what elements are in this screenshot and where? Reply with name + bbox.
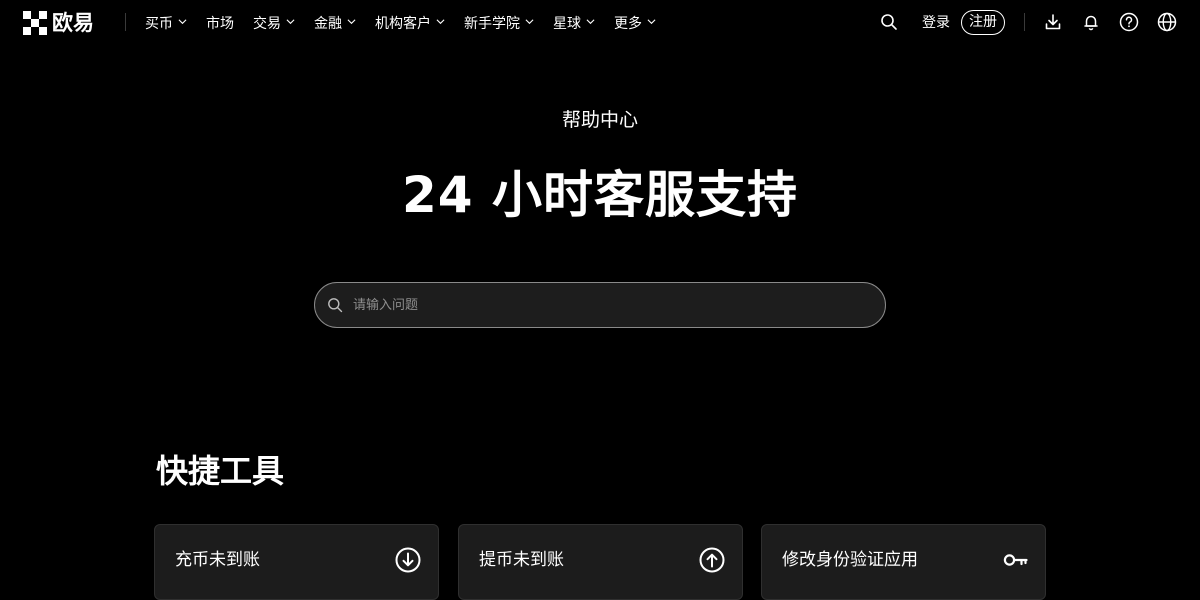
menu-item-learn[interactable]: 新手学院 xyxy=(464,13,534,33)
brand-logo[interactable]: 欧易 xyxy=(23,11,94,35)
quick-tools-title: 快捷工具 xyxy=(156,452,285,490)
menu-item-label: 更多 xyxy=(614,15,642,32)
tool-card-label: 修改身份验证应用 xyxy=(782,550,918,570)
menu-item-trade[interactable]: 交易 xyxy=(253,13,295,33)
search-input[interactable] xyxy=(351,285,885,325)
help-icon[interactable] xyxy=(1119,12,1139,32)
help-center-label: 帮助中心 xyxy=(561,109,638,131)
tool-card-change-authenticator[interactable]: 修改身份验证应用 xyxy=(761,524,1046,600)
download-icon[interactable] xyxy=(1043,12,1063,32)
menu-item-institutional[interactable]: 机构客户 xyxy=(375,13,445,33)
chevron-down-icon xyxy=(347,19,356,25)
logo-mark-icon xyxy=(23,11,47,35)
menu-item-label: 金融 xyxy=(314,15,342,32)
chevron-down-icon xyxy=(436,19,445,25)
top-navbar: 欧易 买币 市场 交易 金融 机构客户 新手学院 星球 更多 登录 注册 xyxy=(0,0,1200,45)
chevron-down-icon xyxy=(286,19,295,25)
page-title: 24 小时客服支持 xyxy=(402,166,798,224)
tool-card-label: 充币未到账 xyxy=(175,550,260,570)
chevron-down-icon xyxy=(525,19,534,25)
globe-icon[interactable] xyxy=(1157,12,1177,32)
menu-item-label: 机构客户 xyxy=(375,15,431,32)
menu-item-more[interactable]: 更多 xyxy=(614,13,656,33)
menu-item-planet[interactable]: 星球 xyxy=(553,13,595,33)
search-icon xyxy=(328,298,343,313)
menu-item-label: 买币 xyxy=(145,15,173,32)
nav-divider xyxy=(1024,13,1025,31)
chevron-down-icon xyxy=(586,19,595,25)
menu-item-market[interactable]: 市场 xyxy=(206,13,234,33)
bell-icon[interactable] xyxy=(1081,12,1101,32)
key-icon xyxy=(1003,554,1028,566)
tool-card-deposit-not-credited[interactable]: 充币未到账 xyxy=(154,524,439,600)
signup-button[interactable]: 注册 xyxy=(961,10,1005,35)
help-search-bar[interactable] xyxy=(314,282,886,328)
search-icon[interactable] xyxy=(879,12,899,32)
menu-item-buy-crypto[interactable]: 买币 xyxy=(145,13,187,33)
menu-item-label: 星球 xyxy=(553,15,581,32)
menu-item-label: 市场 xyxy=(206,15,234,32)
chevron-down-icon xyxy=(178,19,187,25)
main-menu: 买币 市场 交易 金融 机构客户 新手学院 星球 更多 xyxy=(145,0,675,45)
menu-item-finance[interactable]: 金融 xyxy=(314,13,356,33)
menu-item-label: 交易 xyxy=(253,15,281,32)
menu-item-label: 新手学院 xyxy=(464,15,520,32)
chevron-down-icon xyxy=(647,19,656,25)
tool-card-withdrawal-not-credited[interactable]: 提币未到账 xyxy=(458,524,743,600)
brand-name: 欧易 xyxy=(52,11,94,35)
login-link[interactable]: 登录 xyxy=(922,13,950,33)
withdraw-arrow-up-icon xyxy=(699,547,725,573)
nav-divider xyxy=(125,13,126,31)
tool-card-label: 提币未到账 xyxy=(479,550,564,570)
deposit-arrow-down-icon xyxy=(395,547,421,573)
